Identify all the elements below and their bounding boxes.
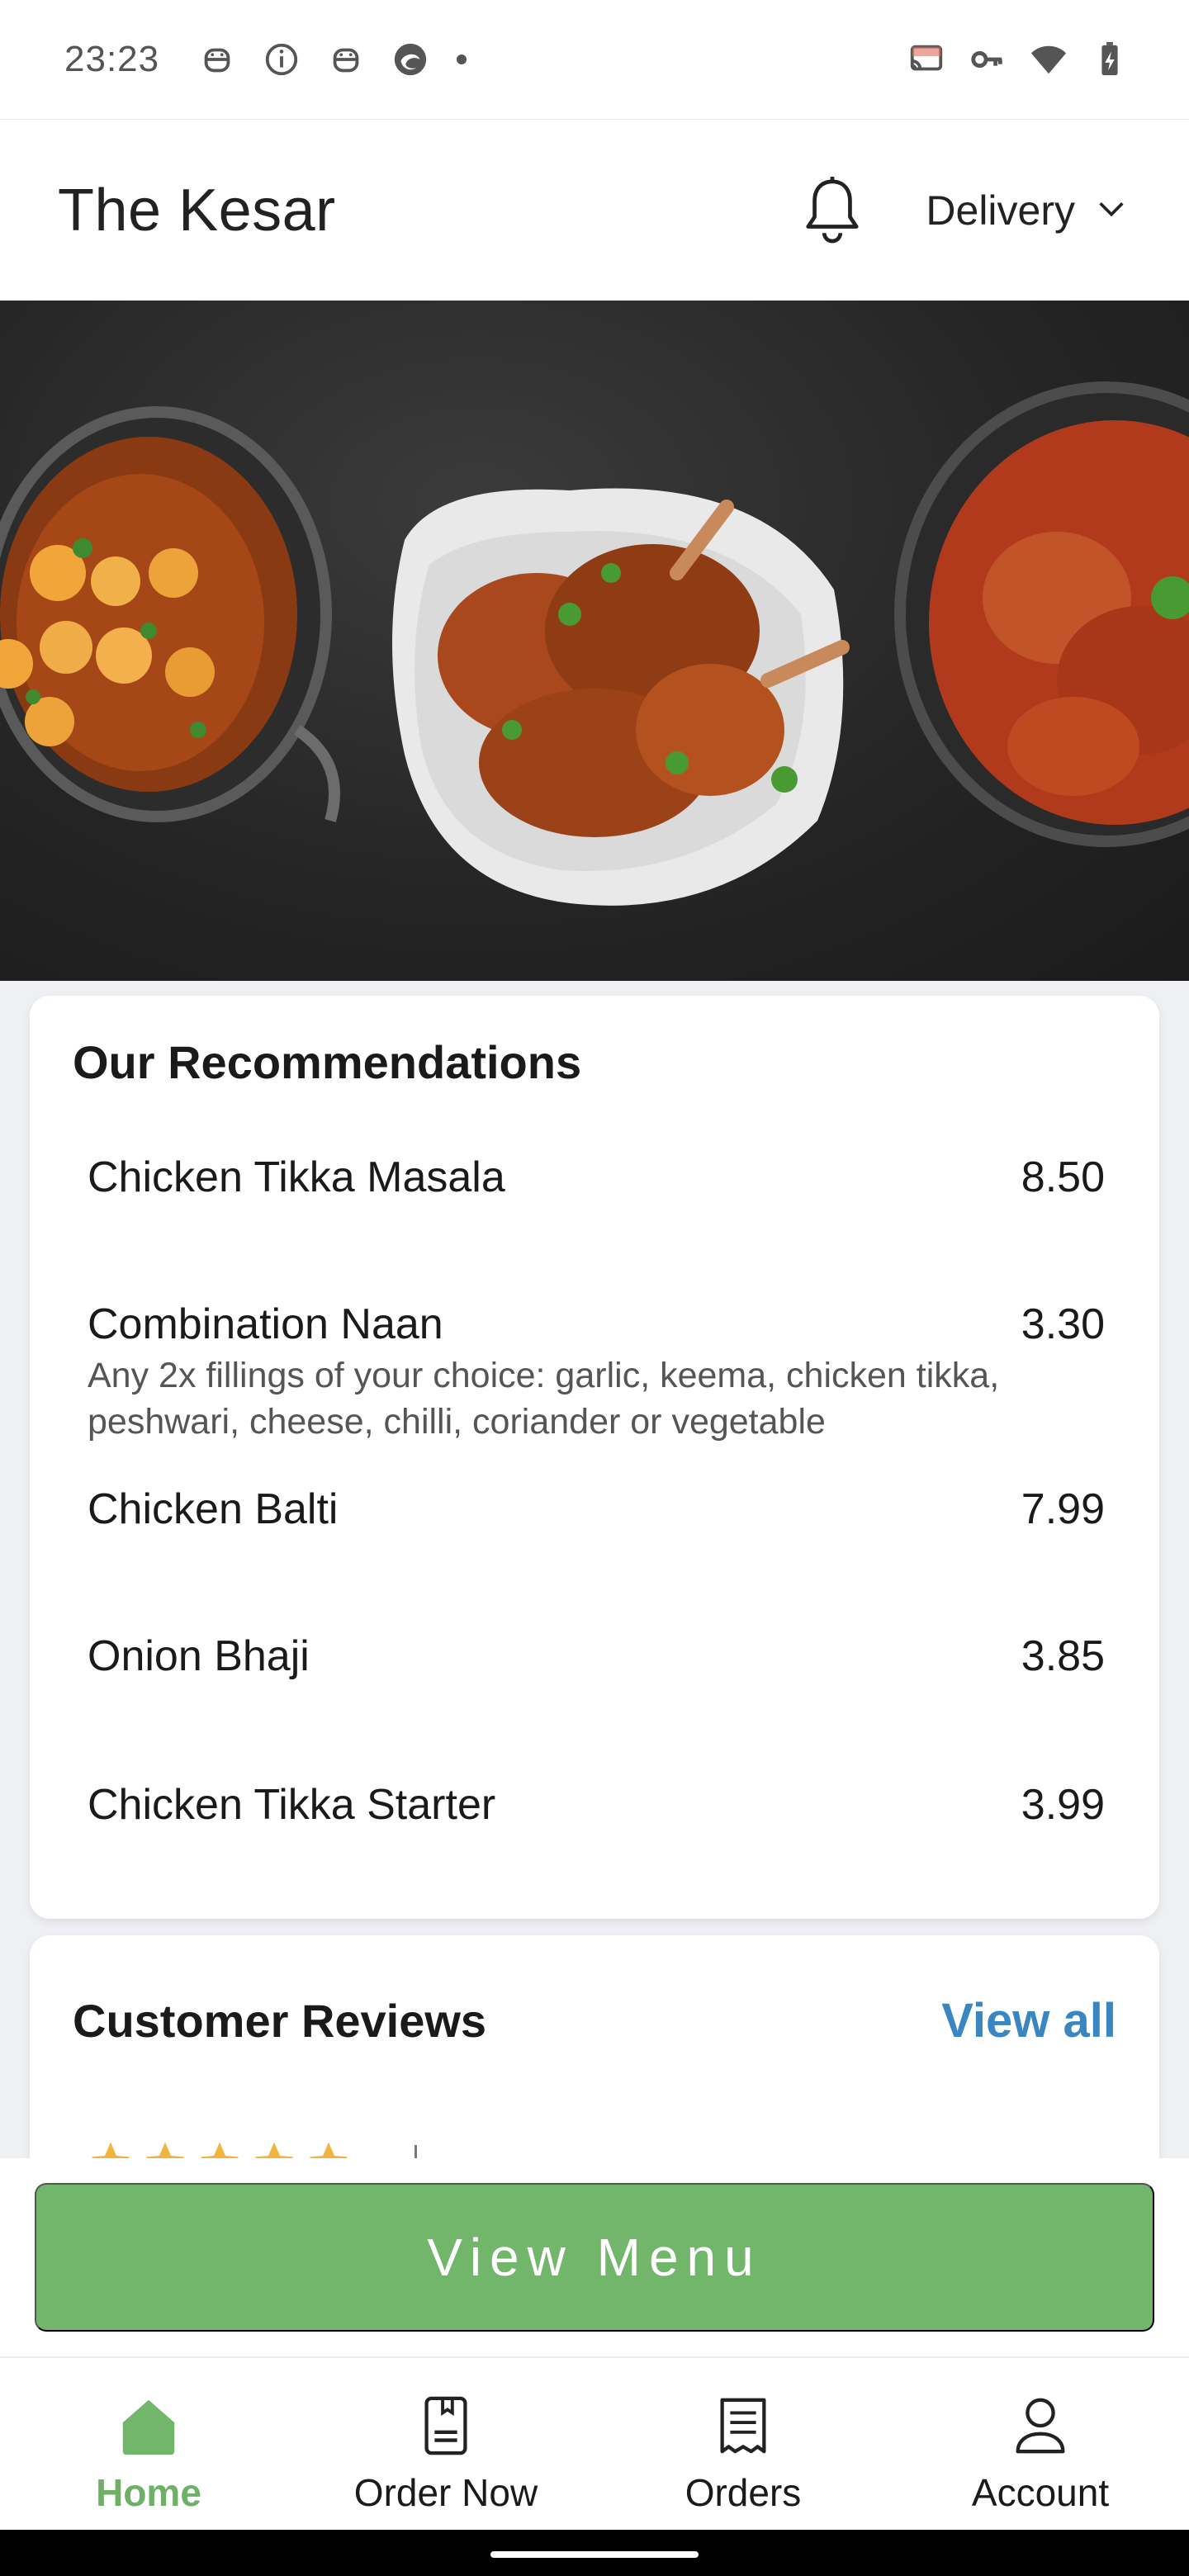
reviews-heading: Customer Reviews [73,1995,487,2047]
robot-notification-icon [324,38,367,81]
item-price: 3.30 [1021,1300,1105,1348]
nav-label: Account [971,2471,1110,2514]
recommendation-item[interactable]: Combination Naan 3.30 Any 2x fillings of… [88,1300,1105,1445]
delivery-mode-dropdown[interactable]: Delivery [926,187,1131,234]
more-dot-icon [457,54,467,64]
info-icon [260,38,303,81]
recommendation-item[interactable]: Chicken Balti 7.99 [88,1485,1105,1534]
item-name: Chicken Tikka Masala [88,1153,505,1201]
recommendation-item[interactable]: Chicken Tikka Masala 8.50 [88,1153,1105,1202]
delivery-mode-label: Delivery [926,187,1075,234]
notification-bell-icon[interactable] [795,173,869,248]
item-name: Chicken Tikka Starter [88,1781,496,1829]
bottom-navigation: Home Order Now Orders Account [0,2356,1189,2530]
restaurant-title: The Kesar [58,177,336,244]
recommendations-card: Our Recommendations Chicken Tikka Masala… [30,996,1159,1919]
chevron-down-icon [1095,192,1131,229]
item-name: Onion Bhaji [88,1632,310,1680]
vpn-key-icon [966,38,1009,81]
nav-item-account[interactable]: Account [892,2358,1189,2530]
nav-item-order-now[interactable]: Order Now [297,2358,594,2530]
home-icon [114,2391,183,2460]
item-name: Chicken Balti [88,1485,339,1533]
gesture-handle[interactable] [490,2551,699,2558]
status-bar: 23:23 [0,0,1189,119]
item-name: Combination Naan [88,1300,443,1348]
nav-item-orders[interactable]: Orders [594,2358,892,2530]
food-dishes-illustration [0,381,1189,906]
app-header: The Kesar Delivery [0,119,1189,301]
cast-icon [905,38,948,81]
header-actions: Delivery [795,173,1131,248]
customer-reviews-card: Customer Reviews View all [30,1935,1159,2183]
browser-icon [389,38,432,81]
recommendation-item[interactable]: Onion Bhaji 3.85 [88,1631,1105,1681]
item-description: Any 2x fillings of your choice: garlic, … [88,1356,1000,1442]
recommendation-item[interactable]: Chicken Tikka Starter 3.99 [88,1780,1105,1830]
account-icon [1006,2391,1075,2460]
item-price: 7.99 [1021,1485,1105,1533]
status-time: 23:23 [64,39,160,79]
wifi-icon [1027,38,1070,81]
item-price: 3.99 [1021,1781,1105,1829]
hero-food-image [0,301,1189,981]
robot-notification-icon [196,38,239,81]
nav-label: Orders [685,2471,802,2514]
nav-label: Order Now [353,2471,538,2514]
item-price: 3.85 [1021,1632,1105,1680]
item-price: 8.50 [1021,1153,1105,1201]
battery-charging-icon [1088,38,1131,81]
status-icons-right [905,38,1131,81]
receipt-icon [708,2391,778,2460]
view-all-reviews-link[interactable]: View all [941,1993,1116,2048]
recommendations-heading: Our Recommendations [73,1036,582,1088]
order-book-icon [411,2391,481,2460]
nav-item-home[interactable]: Home [0,2358,297,2530]
view-menu-bar: View Menu [0,2158,1189,2356]
reviews-header: Customer Reviews View all [73,1993,1116,2048]
system-navigation-bar [0,2530,1189,2576]
view-menu-button[interactable]: View Menu [35,2183,1154,2332]
status-icons-left [196,38,467,81]
nav-label: Home [96,2471,201,2514]
